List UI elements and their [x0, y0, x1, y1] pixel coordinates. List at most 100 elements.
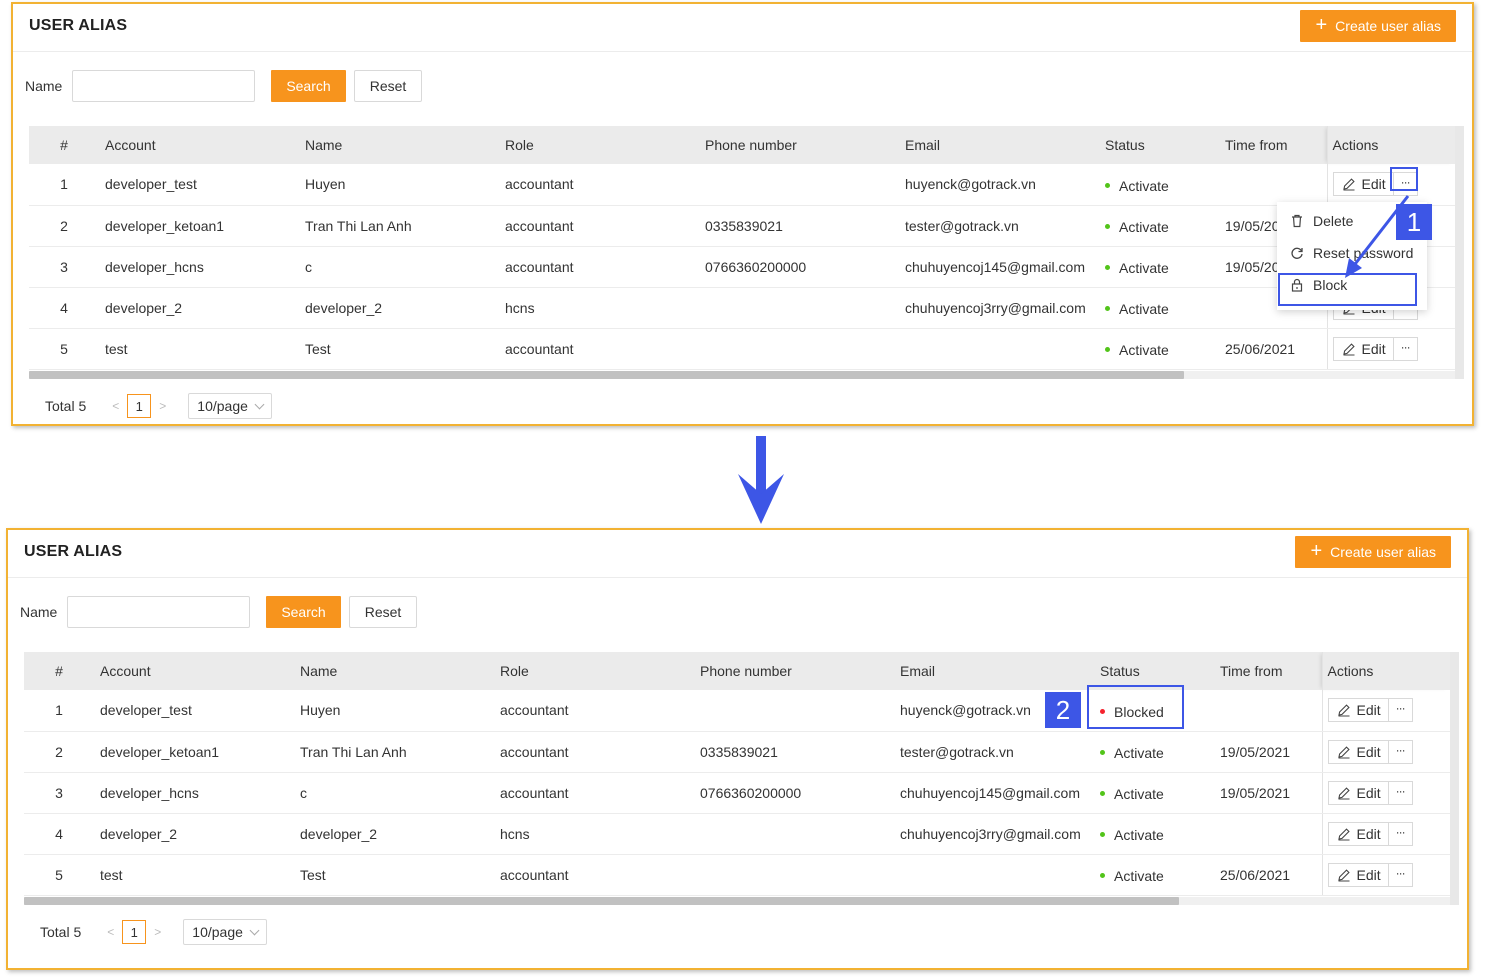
search-button[interactable]: Search [266, 596, 341, 628]
name-label: Name [25, 78, 63, 94]
status-badge: Activate [1105, 342, 1169, 358]
edit-button[interactable]: Edit [1327, 739, 1389, 764]
chevron-right-icon[interactable]: > [159, 399, 166, 413]
cell-name: Tran Thi Lan Anh [294, 731, 494, 773]
col-status-header[interactable]: Status [1099, 126, 1219, 164]
down-arrow-icon [738, 436, 784, 524]
col-actions-header[interactable]: Actions [1321, 652, 1450, 690]
col-actions-header[interactable]: Actions [1326, 126, 1455, 164]
page-1-button[interactable]: 1 [122, 920, 147, 944]
page-size-select[interactable]: 10/page [183, 919, 267, 945]
more-ellipsis-icon[interactable]: ··· [1388, 739, 1413, 764]
cell-time-from: 19/05/2021 [1214, 772, 1322, 814]
pagination: Total 5 < 1 > 10/page [45, 393, 272, 419]
menu-item-delete-label: Delete [1313, 213, 1354, 229]
col-email-header[interactable]: Email [894, 652, 1094, 690]
page-title: USER ALIAS [24, 543, 123, 560]
col-time-from-header[interactable]: Time from [1214, 652, 1322, 690]
step-badge-2: 2 [1045, 692, 1081, 728]
status-dot-icon [1105, 224, 1110, 230]
cell-phone [694, 690, 894, 732]
cell-email: huyenck@gotrack.vn [899, 164, 1099, 206]
menu-item-reset-password[interactable]: Reset password [1277, 237, 1427, 269]
scrollbar-thumb[interactable] [24, 897, 1179, 905]
block-item-highlight [1278, 273, 1417, 306]
name-search-input[interactable] [72, 70, 255, 102]
col-account-header[interactable]: Account [99, 126, 299, 164]
plus-icon: + [1310, 540, 1323, 562]
col-email-header[interactable]: Email [899, 126, 1099, 164]
reset-button[interactable]: Reset [354, 70, 422, 102]
page-size-value: 10/page [197, 398, 248, 414]
cell-time-from: 25/06/2021 [1214, 854, 1322, 896]
more-ellipsis-icon[interactable]: ··· [1388, 862, 1413, 887]
more-ellipsis-icon[interactable]: ··· [1388, 821, 1413, 846]
chevron-left-icon[interactable]: < [112, 399, 119, 413]
blocked-status-highlight [1087, 685, 1184, 729]
col-phone-header[interactable]: Phone number [699, 126, 899, 164]
chevron-down-icon [254, 399, 265, 409]
col-index-header[interactable]: # [29, 126, 99, 164]
panel-header: USER ALIAS + Create user alias [8, 530, 1467, 578]
row-actions: Edit ··· [1327, 698, 1413, 723]
col-account-header[interactable]: Account [94, 652, 294, 690]
status-badge: Activate [1100, 745, 1164, 761]
status-badge: Activate [1105, 219, 1169, 235]
cell-phone: 0335839021 [699, 205, 899, 247]
col-time-from-header[interactable]: Time from [1219, 126, 1327, 164]
page-1-button[interactable]: 1 [127, 394, 152, 418]
edit-button-label: Edit [1356, 743, 1381, 760]
page-size-select[interactable]: 10/page [188, 393, 272, 419]
col-index-header[interactable]: # [24, 652, 94, 690]
status-dot-icon [1100, 832, 1105, 838]
cell-status: Activate [1094, 772, 1214, 814]
cell-name: c [299, 246, 499, 288]
edit-button[interactable]: Edit [1332, 336, 1394, 361]
status-badge: Activate [1100, 786, 1164, 802]
more-ellipsis-icon[interactable]: ··· [1393, 336, 1418, 361]
table-row: 2 developer_ketoan1 Tran Thi Lan Anh accoun… [29, 205, 1455, 247]
cell-role: accountant [494, 854, 694, 896]
horizontal-scrollbar[interactable] [29, 371, 1455, 379]
edit-button[interactable]: Edit [1327, 821, 1389, 846]
chevron-right-icon[interactable]: > [154, 925, 161, 939]
edit-button[interactable]: Edit [1327, 698, 1389, 723]
horizontal-scrollbar[interactable] [24, 897, 1450, 905]
reset-icon [1291, 247, 1303, 259]
col-role-header[interactable]: Role [499, 126, 699, 164]
cell-time-from [1214, 813, 1322, 855]
edit-button[interactable]: Edit [1327, 780, 1389, 805]
cell-role: hcns [494, 813, 694, 855]
cell-email: tester@gotrack.vn [899, 205, 1099, 247]
cell-account: test [99, 328, 299, 370]
cell-role: accountant [494, 690, 694, 732]
cell-actions: Edit ··· [1321, 731, 1450, 773]
search-button[interactable]: Search [271, 70, 346, 102]
col-name-header[interactable]: Name [299, 126, 499, 164]
scrollbar-thumb[interactable] [29, 371, 1184, 379]
edit-pencil-icon [1342, 342, 1355, 356]
edit-button[interactable]: Edit [1327, 862, 1389, 887]
create-user-alias-button[interactable]: + Create user alias [1295, 536, 1451, 568]
name-search-input[interactable] [67, 596, 250, 628]
status-text: Activate [1119, 341, 1169, 358]
cell-status: Activate [1099, 246, 1219, 288]
create-user-alias-button[interactable]: + Create user alias [1300, 10, 1456, 42]
edit-button-label: Edit [1356, 866, 1381, 883]
chevron-left-icon[interactable]: < [107, 925, 114, 939]
cell-time-from: 19/05/2021 [1214, 731, 1322, 773]
reset-button[interactable]: Reset [349, 596, 417, 628]
more-ellipsis-icon[interactable]: ··· [1388, 698, 1413, 723]
status-badge: Activate [1100, 827, 1164, 843]
more-ellipsis-icon[interactable]: ··· [1388, 780, 1413, 805]
cell-account: developer_hcns [94, 772, 294, 814]
cell-role: accountant [499, 164, 699, 206]
edit-button-label: Edit [1361, 176, 1386, 193]
edit-button-label: Edit [1356, 702, 1381, 719]
col-phone-header[interactable]: Phone number [694, 652, 894, 690]
edit-button[interactable]: Edit [1332, 172, 1394, 197]
col-role-header[interactable]: Role [494, 652, 694, 690]
row-actions: Edit ··· [1327, 739, 1413, 764]
status-text: Activate [1119, 218, 1169, 235]
col-name-header[interactable]: Name [294, 652, 494, 690]
